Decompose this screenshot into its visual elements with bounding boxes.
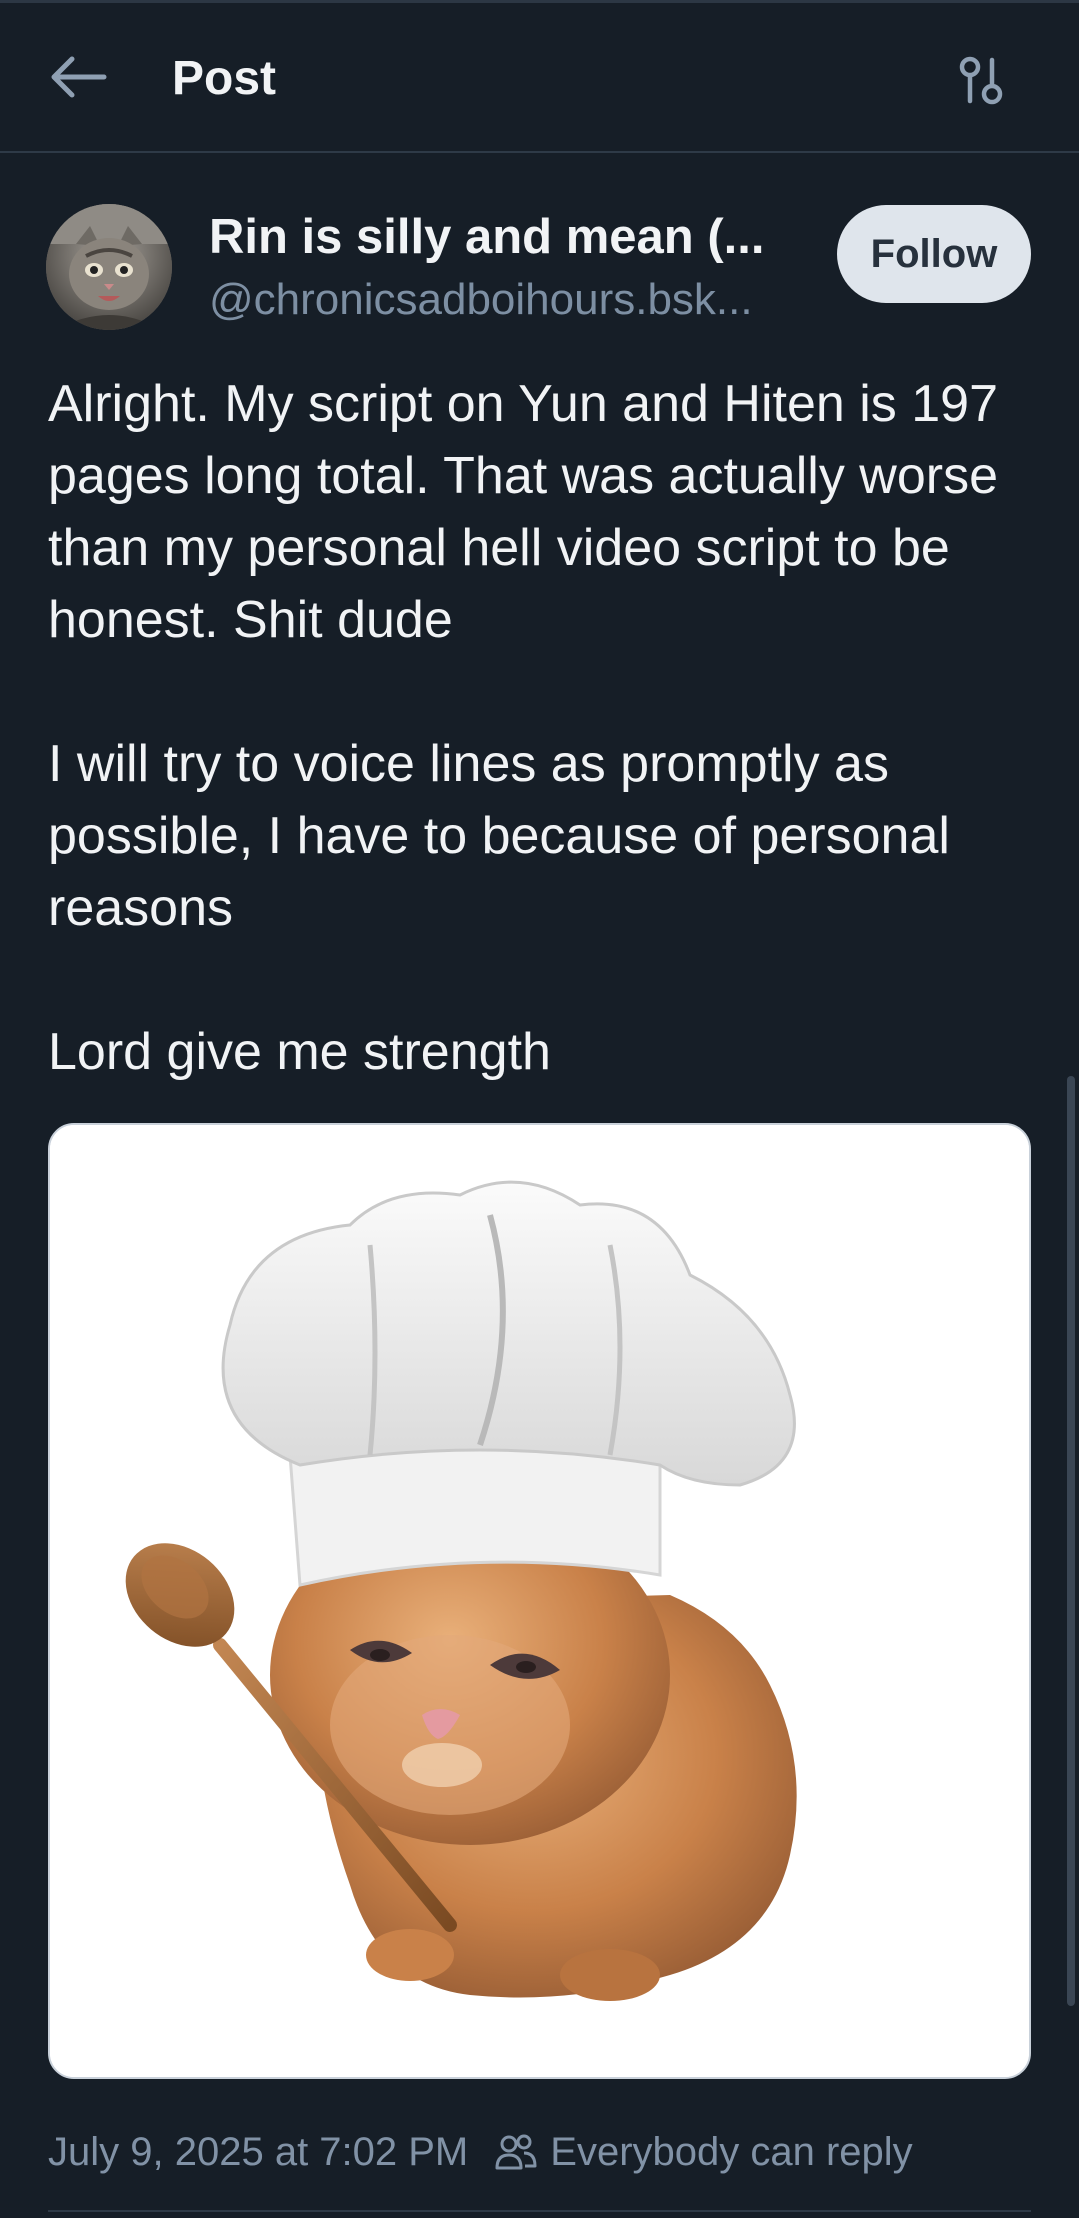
chef-cat-image bbox=[50, 1125, 1029, 2077]
post-timestamp: July 9, 2025 at 7:02 PM bbox=[48, 2129, 469, 2174]
thread-settings-button[interactable] bbox=[946, 47, 1018, 119]
post-image[interactable] bbox=[48, 1123, 1031, 2079]
cat-avatar bbox=[46, 204, 172, 330]
top-bar: Post bbox=[0, 3, 1079, 153]
arrow-left-icon bbox=[48, 55, 108, 104]
author-handle[interactable]: @chronicsadboihours.bsk... bbox=[209, 270, 809, 330]
post-paragraph: I will try to voice lines as promptly as… bbox=[48, 735, 950, 937]
scrollbar[interactable] bbox=[1067, 1076, 1075, 2006]
post-paragraph: Lord give me strength bbox=[48, 1023, 551, 1081]
page-title: Post bbox=[172, 52, 277, 105]
avatar[interactable] bbox=[46, 204, 172, 330]
follow-button[interactable]: Follow bbox=[837, 205, 1031, 303]
reply-setting-label: Everybody can reply bbox=[550, 2129, 913, 2174]
post-meta: July 9, 2025 at 7:02 PM Everybody can re… bbox=[48, 2120, 1038, 2184]
author-display-name[interactable]: Rin is silly and mean (... bbox=[209, 205, 809, 269]
back-button[interactable] bbox=[48, 43, 132, 115]
post-paragraph: Alright. My script on Yun and Hiten is 1… bbox=[48, 375, 999, 649]
people-icon bbox=[494, 2132, 538, 2172]
reply-setting[interactable]: Everybody can reply bbox=[494, 2129, 913, 2175]
post-body: Alright. My script on Yun and Hiten is 1… bbox=[48, 368, 1038, 1088]
sliders-icon bbox=[957, 55, 1007, 112]
divider bbox=[48, 2210, 1031, 2212]
